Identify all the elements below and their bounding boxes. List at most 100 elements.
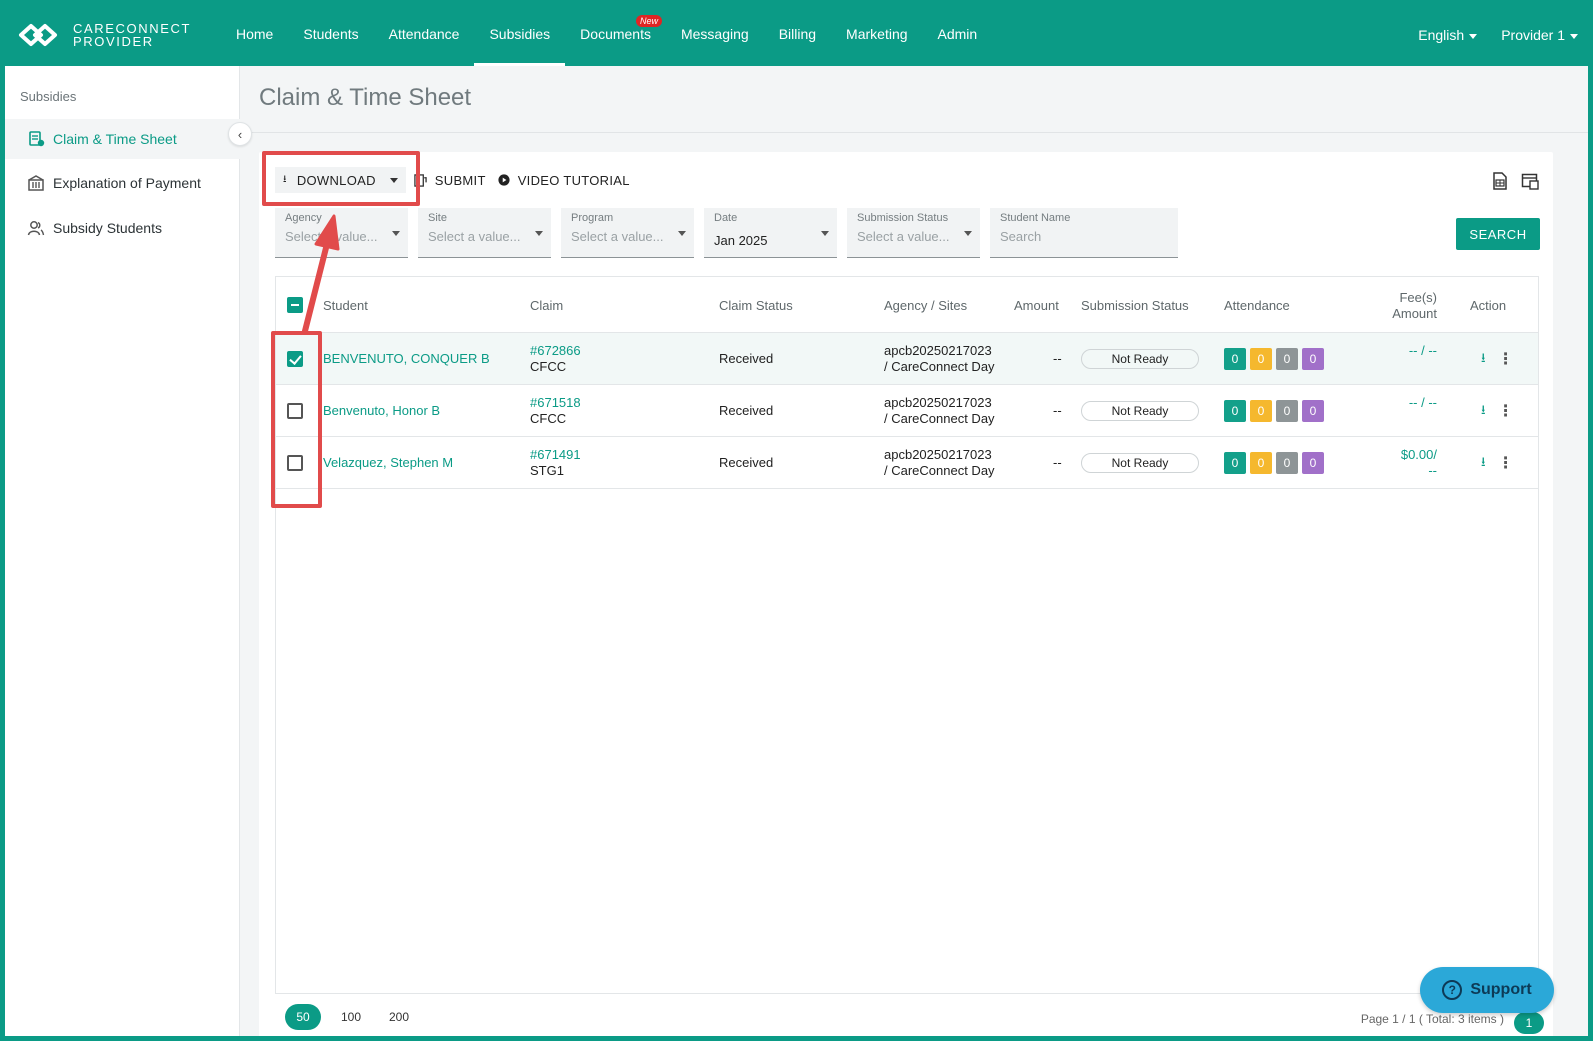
table-row[interactable]: Benvenuto, Honor B #671518 CFCC Received… [276, 385, 1538, 437]
download-icon[interactable]: ⭳ [1481, 349, 1486, 371]
filter-label: Program [571, 212, 614, 224]
attendance-badges: 0 0 0 0 [1224, 348, 1324, 370]
chevron-down-icon [1570, 33, 1578, 39]
nav-attendance[interactable]: Attendance [374, 4, 475, 66]
submit-button[interactable]: SUBMIT [414, 173, 486, 188]
header-student[interactable]: Student [323, 298, 368, 313]
payment-building-icon [27, 174, 45, 192]
page-title: Claim & Time Sheet [259, 84, 472, 111]
brand-line-2: PROVIDER [73, 34, 154, 49]
header-agency-sites[interactable]: Agency / Sites [884, 298, 967, 313]
chevron-down-icon [821, 231, 829, 236]
claim-status: Received [719, 455, 774, 470]
attendance-count: 0 [1276, 452, 1298, 474]
program-filter[interactable]: Program Select a value... [561, 208, 694, 258]
amount-value: -- [1053, 403, 1062, 418]
download-icon[interactable]: ⭳ [1481, 453, 1486, 475]
attendance-count: 0 [1224, 400, 1246, 422]
main-nav: Home Students Attendance Subsidies Docum… [221, 4, 992, 66]
agency-filter[interactable]: Agency Select a value... [275, 208, 408, 258]
play-circle-icon [498, 174, 510, 186]
sidebar-item-claim-time-sheet[interactable]: Claim & Time Sheet [5, 119, 240, 159]
sidebar-item-subsidy-students[interactable]: Subsidy Students [5, 208, 240, 248]
claims-table: Student Claim Claim Status Agency / Site… [275, 276, 1539, 994]
header-amount[interactable]: Amount [1014, 298, 1059, 313]
header-fees-line2: Amount [1392, 306, 1437, 321]
nav-billing[interactable]: Billing [764, 4, 831, 66]
careconnect-logo-icon [19, 24, 57, 46]
nav-students[interactable]: Students [288, 4, 373, 66]
page-size-option[interactable]: 50 [285, 1004, 321, 1030]
page-size-option[interactable]: 200 [381, 1004, 417, 1030]
sidebar-item-label: Explanation of Payment [53, 175, 201, 191]
select-all-checkbox[interactable] [287, 297, 303, 313]
student-name-link[interactable]: BENVENUTO, CONQUER B [323, 351, 490, 366]
more-options-icon[interactable]: ⋮ [1498, 404, 1514, 420]
claim-number-link[interactable]: #671491 [530, 447, 581, 463]
chevron-down-icon [678, 231, 686, 236]
nav-messaging[interactable]: Messaging [666, 4, 764, 66]
filter-placeholder: Select a value... [571, 229, 664, 244]
nav-subsidies[interactable]: Subsidies [474, 4, 565, 66]
table-row[interactable]: BENVENUTO, CONQUER B #672866 CFCC Receiv… [276, 333, 1538, 385]
page-size-selector: 50 100 200 [285, 1004, 417, 1030]
submission-status-filter[interactable]: Submission Status Select a value... [847, 208, 980, 258]
column-settings-icon[interactable] [1521, 172, 1539, 190]
attendance-count: 0 [1276, 348, 1298, 370]
chevron-down-icon [392, 231, 400, 236]
filter-label: Submission Status [857, 212, 949, 224]
video-tutorial-button[interactable]: VIDEO TUTORIAL [498, 173, 630, 188]
video-tutorial-label: VIDEO TUTORIAL [517, 172, 630, 188]
student-name-link[interactable]: Benvenuto, Honor B [323, 403, 440, 418]
row-checkbox[interactable] [287, 455, 303, 471]
more-options-icon[interactable]: ⋮ [1498, 456, 1514, 472]
download-button[interactable]: ⭳ DOWNLOAD [275, 167, 406, 193]
provider-dropdown[interactable]: Provider 1 [1501, 27, 1578, 43]
attendance-badges: 0 0 0 0 [1224, 452, 1324, 474]
page-size-option[interactable]: 100 [333, 1004, 369, 1030]
header-claim[interactable]: Claim [530, 298, 563, 313]
language-dropdown[interactable]: English [1418, 27, 1478, 43]
header-attendance[interactable]: Attendance [1224, 298, 1290, 313]
claim-number-link[interactable]: #671518 [530, 395, 581, 411]
student-name-link[interactable]: Velazquez, Stephen M [323, 455, 453, 470]
filter-placeholder: Select a value... [428, 229, 521, 244]
site-filter[interactable]: Site Select a value... [418, 208, 551, 258]
claim-program: STG1 [530, 463, 564, 478]
header-submission-status[interactable]: Submission Status [1081, 298, 1189, 313]
header-fees-amount[interactable]: Fee(s) Amount [1387, 290, 1437, 322]
nav-home[interactable]: Home [221, 4, 288, 66]
attendance-count: 0 [1302, 452, 1324, 474]
sidebar-collapse-button[interactable]: ‹ [228, 122, 252, 146]
row-checkbox[interactable] [287, 403, 303, 419]
agency-sites-cell: apcb20250217023 / CareConnect Day [884, 447, 995, 479]
search-button[interactable]: SEARCH [1456, 218, 1540, 250]
student-name-field[interactable]: Student Name Search [990, 208, 1178, 258]
agency-sites-cell: apcb20250217023 / CareConnect Day [884, 395, 995, 427]
date-filter[interactable]: Date Jan 2025 [704, 208, 837, 258]
download-icon[interactable]: ⭳ [1481, 401, 1486, 423]
sidebar-item-explanation-of-payment[interactable]: Explanation of Payment [5, 163, 240, 203]
students-icon [27, 219, 45, 237]
current-page-button[interactable]: 1 [1514, 1012, 1544, 1034]
fee-amount[interactable]: $0.00/ -- [1367, 447, 1437, 479]
table-row[interactable]: Velazquez, Stephen M #671491 STG1 Receiv… [276, 437, 1538, 489]
claim-number-link[interactable]: #672866 [530, 343, 581, 359]
agency-code: apcb20250217023 [884, 343, 992, 358]
header-claim-status[interactable]: Claim Status [719, 298, 793, 313]
claim-cell: #671491 STG1 [530, 447, 581, 479]
nav-documents[interactable]: Documents New [565, 4, 666, 66]
new-badge: New [635, 15, 662, 27]
nav-marketing[interactable]: Marketing [831, 4, 922, 66]
support-button[interactable]: ? Support [1420, 967, 1554, 1013]
row-checkbox[interactable] [287, 351, 303, 367]
fee-amount[interactable]: -- / -- [1367, 395, 1437, 411]
chevron-down-icon [389, 177, 398, 183]
chevron-down-icon [1469, 33, 1478, 39]
search-placeholder: Search [1000, 229, 1042, 244]
nav-admin[interactable]: Admin [923, 4, 993, 66]
export-excel-icon[interactable] [1491, 172, 1509, 190]
more-options-icon[interactable]: ⋮ [1498, 352, 1514, 368]
fee-amount[interactable]: -- / -- [1367, 343, 1437, 359]
brand-logo[interactable]: CARECONNECT PROVIDER [17, 20, 191, 50]
